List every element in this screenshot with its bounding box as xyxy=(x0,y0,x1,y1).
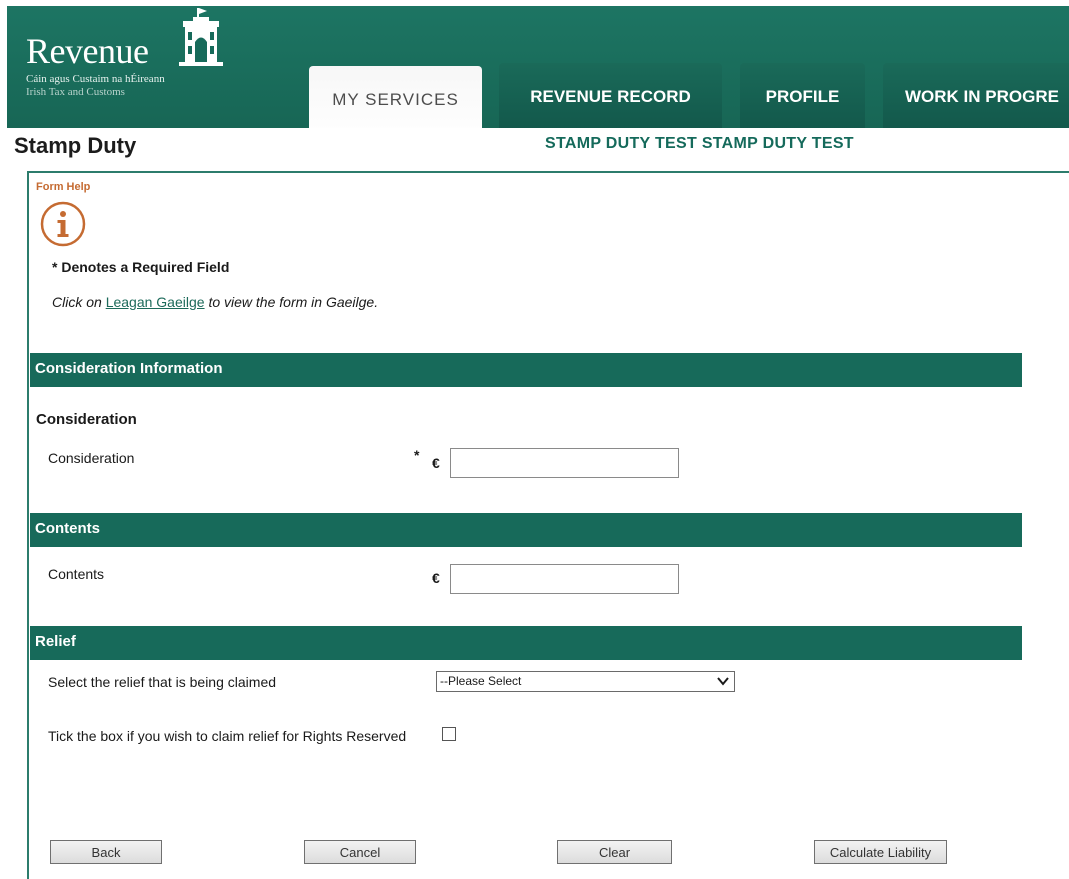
chevron-down-icon xyxy=(717,677,729,686)
section-contents: Contents xyxy=(30,513,1022,547)
clear-button[interactable]: Clear xyxy=(557,840,672,864)
logo-subtitle-english: Irish Tax and Customs xyxy=(26,86,125,98)
tab-revenue-record[interactable]: REVENUE RECORD xyxy=(499,63,722,128)
logo-wordmark: Revenue xyxy=(26,31,149,71)
info-icon[interactable] xyxy=(40,201,86,247)
user-name: STAMP DUTY TEST STAMP DUTY TEST xyxy=(545,135,854,152)
tab-my-services[interactable]: MY SERVICES xyxy=(309,66,482,128)
contents-input[interactable] xyxy=(450,564,679,594)
irish-version-link[interactable]: Leagan Gaeilge xyxy=(106,294,205,310)
page: Revenue Cáin agus Custaim na hÉireann Ir… xyxy=(0,0,1069,879)
tab-profile[interactable]: PROFILE xyxy=(740,63,865,128)
rights-reserved-checkbox[interactable] xyxy=(442,727,456,741)
back-button[interactable]: Back xyxy=(50,840,162,864)
required-field-note: * Denotes a Required Field xyxy=(52,259,230,275)
consideration-input[interactable] xyxy=(450,448,679,478)
building-icon xyxy=(179,8,223,66)
relief-select-label: Select the relief that is being claimed xyxy=(48,674,277,690)
language-note-prefix: Click on xyxy=(52,294,106,310)
section-relief: Relief xyxy=(30,626,1022,660)
page-title: Stamp Duty xyxy=(14,133,137,158)
euro-symbol: € xyxy=(432,455,440,471)
logo-subtitle-irish: Cáin agus Custaim na hÉireann xyxy=(26,73,165,85)
relief-select[interactable]: --Please Select xyxy=(436,671,735,692)
cancel-button[interactable]: Cancel xyxy=(304,840,416,864)
rights-reserved-label: Tick the box if you wish to claim relief… xyxy=(48,728,407,744)
language-note: Click on Leagan Gaeilge to view the form… xyxy=(52,294,378,310)
form-help-label[interactable]: Form Help xyxy=(36,181,90,193)
required-asterisk: * xyxy=(414,447,420,463)
contents-label: Contents xyxy=(48,566,105,582)
consideration-label: Consideration xyxy=(48,450,135,466)
euro-symbol: € xyxy=(432,570,440,586)
calculate-liability-button[interactable]: Calculate Liability xyxy=(814,840,947,864)
language-note-suffix: to view the form in Gaeilge. xyxy=(204,294,379,310)
consideration-subheading: Consideration xyxy=(36,411,137,428)
header-banner: Revenue Cáin agus Custaim na hÉireann Ir… xyxy=(7,6,1069,128)
revenue-logo[interactable]: Revenue Cáin agus Custaim na hÉireann Ir… xyxy=(26,33,165,99)
relief-select-value: --Please Select xyxy=(440,674,522,688)
section-consideration-information: Consideration Information xyxy=(30,353,1022,387)
tab-work-in-progress[interactable]: WORK IN PROGRE xyxy=(883,63,1069,128)
